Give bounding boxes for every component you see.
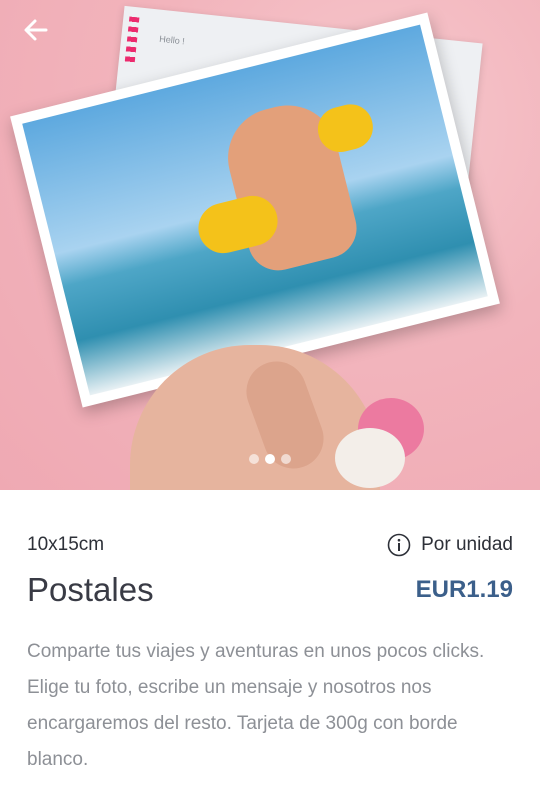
carousel-indicator: [0, 454, 540, 464]
product-image-carousel[interactable]: Hello !: [0, 0, 540, 490]
product-info: 10x15cm Por unidad Postales EUR1.19 Comp…: [0, 532, 540, 778]
carousel-dot[interactable]: [281, 454, 291, 464]
unit-label: Por unidad: [421, 534, 513, 555]
product-price: EUR1.19: [415, 576, 513, 603]
postcard-stripe: [124, 16, 140, 66]
carousel-dot-active[interactable]: [265, 454, 275, 464]
title-price-row: Postales EUR1.19: [27, 570, 513, 610]
info-icon[interactable]: [387, 533, 411, 557]
product-size: 10x15cm: [27, 534, 105, 555]
back-arrow-icon[interactable]: [18, 12, 54, 48]
carousel-dot[interactable]: [249, 454, 259, 464]
unit-info[interactable]: Por unidad: [387, 533, 513, 557]
product-description: Comparte tus viajes y aventuras en unos …: [27, 641, 485, 770]
size-unit-row: 10x15cm Por unidad: [27, 532, 513, 558]
postcard-greeting: Hello !: [158, 33, 186, 47]
product-title: Postales: [27, 571, 154, 608]
photo-scene: [22, 24, 488, 396]
